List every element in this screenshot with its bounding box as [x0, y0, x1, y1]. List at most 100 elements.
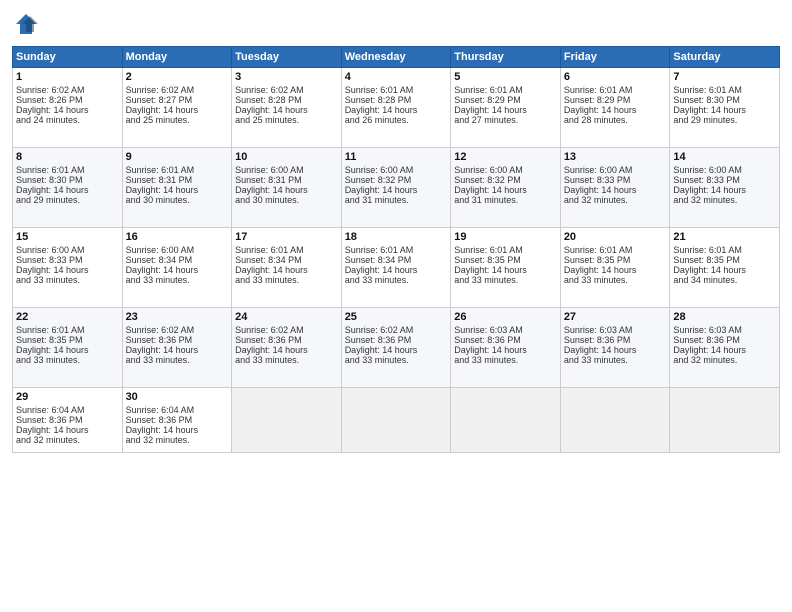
day-number: 24	[235, 311, 338, 323]
cell-text-line: Sunrise: 6:03 AM	[454, 325, 557, 335]
cell-text-line: and 31 minutes.	[345, 195, 448, 205]
calendar-cell: 22Sunrise: 6:01 AMSunset: 8:35 PMDayligh…	[13, 308, 123, 388]
cell-text-line: and 33 minutes.	[235, 275, 338, 285]
calendar-cell: 27Sunrise: 6:03 AMSunset: 8:36 PMDayligh…	[560, 308, 670, 388]
calendar-cell: 16Sunrise: 6:00 AMSunset: 8:34 PMDayligh…	[122, 228, 232, 308]
day-number: 3	[235, 71, 338, 83]
calendar-cell: 15Sunrise: 6:00 AMSunset: 8:33 PMDayligh…	[13, 228, 123, 308]
weekday-header: Sunday	[13, 47, 123, 68]
calendar-cell: 11Sunrise: 6:00 AMSunset: 8:32 PMDayligh…	[341, 148, 451, 228]
cell-text-line: Sunset: 8:32 PM	[454, 175, 557, 185]
cell-text-line: Sunset: 8:32 PM	[345, 175, 448, 185]
cell-text-line: Sunrise: 6:01 AM	[673, 245, 776, 255]
cell-text-line: Daylight: 14 hours	[345, 265, 448, 275]
cell-text-line: and 33 minutes.	[454, 355, 557, 365]
calendar-cell: 1Sunrise: 6:02 AMSunset: 8:26 PMDaylight…	[13, 68, 123, 148]
cell-text-line: Sunset: 8:29 PM	[454, 95, 557, 105]
calendar-cell: 2Sunrise: 6:02 AMSunset: 8:27 PMDaylight…	[122, 68, 232, 148]
day-number: 23	[126, 311, 229, 323]
day-number: 6	[564, 71, 667, 83]
weekday-header: Saturday	[670, 47, 780, 68]
calendar-cell: 13Sunrise: 6:00 AMSunset: 8:33 PMDayligh…	[560, 148, 670, 228]
cell-text-line: Sunrise: 6:01 AM	[454, 245, 557, 255]
cell-text-line: Sunset: 8:36 PM	[126, 335, 229, 345]
cell-text-line: Daylight: 14 hours	[16, 265, 119, 275]
cell-text-line: Sunrise: 6:02 AM	[16, 85, 119, 95]
calendar-cell: 4Sunrise: 6:01 AMSunset: 8:28 PMDaylight…	[341, 68, 451, 148]
cell-text-line: Sunset: 8:36 PM	[126, 415, 229, 425]
calendar-cell: 6Sunrise: 6:01 AMSunset: 8:29 PMDaylight…	[560, 68, 670, 148]
calendar-cell: 18Sunrise: 6:01 AMSunset: 8:34 PMDayligh…	[341, 228, 451, 308]
cell-text-line: Sunrise: 6:00 AM	[345, 165, 448, 175]
day-number: 21	[673, 231, 776, 243]
cell-text-line: Sunrise: 6:01 AM	[564, 85, 667, 95]
cell-text-line: Sunrise: 6:00 AM	[16, 245, 119, 255]
cell-text-line: and 33 minutes.	[235, 355, 338, 365]
cell-text-line: Sunrise: 6:03 AM	[673, 325, 776, 335]
cell-text-line: Daylight: 14 hours	[126, 425, 229, 435]
calendar-body: 1Sunrise: 6:02 AMSunset: 8:26 PMDaylight…	[13, 68, 780, 453]
cell-text-line: Sunset: 8:36 PM	[235, 335, 338, 345]
cell-text-line: Daylight: 14 hours	[235, 105, 338, 115]
calendar-cell: 10Sunrise: 6:00 AMSunset: 8:31 PMDayligh…	[232, 148, 342, 228]
day-number: 1	[16, 71, 119, 83]
day-number: 12	[454, 151, 557, 163]
calendar-cell: 12Sunrise: 6:00 AMSunset: 8:32 PMDayligh…	[451, 148, 561, 228]
calendar-cell: 28Sunrise: 6:03 AMSunset: 8:36 PMDayligh…	[670, 308, 780, 388]
cell-text-line: Daylight: 14 hours	[454, 105, 557, 115]
calendar-week-row: 22Sunrise: 6:01 AMSunset: 8:35 PMDayligh…	[13, 308, 780, 388]
cell-text-line: Daylight: 14 hours	[16, 425, 119, 435]
cell-text-line: Daylight: 14 hours	[564, 345, 667, 355]
day-number: 30	[126, 391, 229, 403]
cell-text-line: Sunset: 8:26 PM	[16, 95, 119, 105]
day-number: 9	[126, 151, 229, 163]
day-number: 14	[673, 151, 776, 163]
cell-text-line: and 33 minutes.	[454, 275, 557, 285]
cell-text-line: and 29 minutes.	[673, 115, 776, 125]
calendar-cell: 8Sunrise: 6:01 AMSunset: 8:30 PMDaylight…	[13, 148, 123, 228]
calendar-week-row: 15Sunrise: 6:00 AMSunset: 8:33 PMDayligh…	[13, 228, 780, 308]
cell-text-line: Sunset: 8:35 PM	[454, 255, 557, 265]
logo-icon	[12, 10, 40, 38]
cell-text-line: Sunset: 8:35 PM	[16, 335, 119, 345]
calendar-cell: 26Sunrise: 6:03 AMSunset: 8:36 PMDayligh…	[451, 308, 561, 388]
cell-text-line: Sunrise: 6:03 AM	[564, 325, 667, 335]
weekday-header: Friday	[560, 47, 670, 68]
cell-text-line: Sunrise: 6:02 AM	[126, 85, 229, 95]
calendar-cell	[232, 388, 342, 453]
cell-text-line: Daylight: 14 hours	[454, 345, 557, 355]
cell-text-line: Sunrise: 6:02 AM	[345, 325, 448, 335]
day-number: 18	[345, 231, 448, 243]
cell-text-line: Sunrise: 6:04 AM	[16, 405, 119, 415]
calendar-week-row: 29Sunrise: 6:04 AMSunset: 8:36 PMDayligh…	[13, 388, 780, 453]
cell-text-line: and 31 minutes.	[454, 195, 557, 205]
cell-text-line: Daylight: 14 hours	[126, 105, 229, 115]
cell-text-line: and 30 minutes.	[126, 195, 229, 205]
cell-text-line: Sunset: 8:31 PM	[126, 175, 229, 185]
calendar-cell: 19Sunrise: 6:01 AMSunset: 8:35 PMDayligh…	[451, 228, 561, 308]
cell-text-line: Sunset: 8:30 PM	[16, 175, 119, 185]
cell-text-line: Daylight: 14 hours	[564, 105, 667, 115]
day-number: 16	[126, 231, 229, 243]
day-number: 7	[673, 71, 776, 83]
cell-text-line: Sunrise: 6:02 AM	[126, 325, 229, 335]
calendar-week-row: 1Sunrise: 6:02 AMSunset: 8:26 PMDaylight…	[13, 68, 780, 148]
cell-text-line: Sunrise: 6:01 AM	[126, 165, 229, 175]
day-number: 13	[564, 151, 667, 163]
calendar-week-row: 8Sunrise: 6:01 AMSunset: 8:30 PMDaylight…	[13, 148, 780, 228]
cell-text-line: Sunrise: 6:00 AM	[126, 245, 229, 255]
cell-text-line: and 33 minutes.	[345, 355, 448, 365]
calendar-table: SundayMondayTuesdayWednesdayThursdayFrid…	[12, 46, 780, 453]
calendar-cell: 21Sunrise: 6:01 AMSunset: 8:35 PMDayligh…	[670, 228, 780, 308]
cell-text-line: Sunrise: 6:00 AM	[564, 165, 667, 175]
day-number: 25	[345, 311, 448, 323]
cell-text-line: Sunset: 8:36 PM	[454, 335, 557, 345]
cell-text-line: Daylight: 14 hours	[673, 265, 776, 275]
calendar-cell: 5Sunrise: 6:01 AMSunset: 8:29 PMDaylight…	[451, 68, 561, 148]
calendar-cell: 7Sunrise: 6:01 AMSunset: 8:30 PMDaylight…	[670, 68, 780, 148]
day-number: 15	[16, 231, 119, 243]
day-number: 19	[454, 231, 557, 243]
calendar-cell: 24Sunrise: 6:02 AMSunset: 8:36 PMDayligh…	[232, 308, 342, 388]
logo	[12, 10, 44, 38]
cell-text-line: and 33 minutes.	[126, 275, 229, 285]
